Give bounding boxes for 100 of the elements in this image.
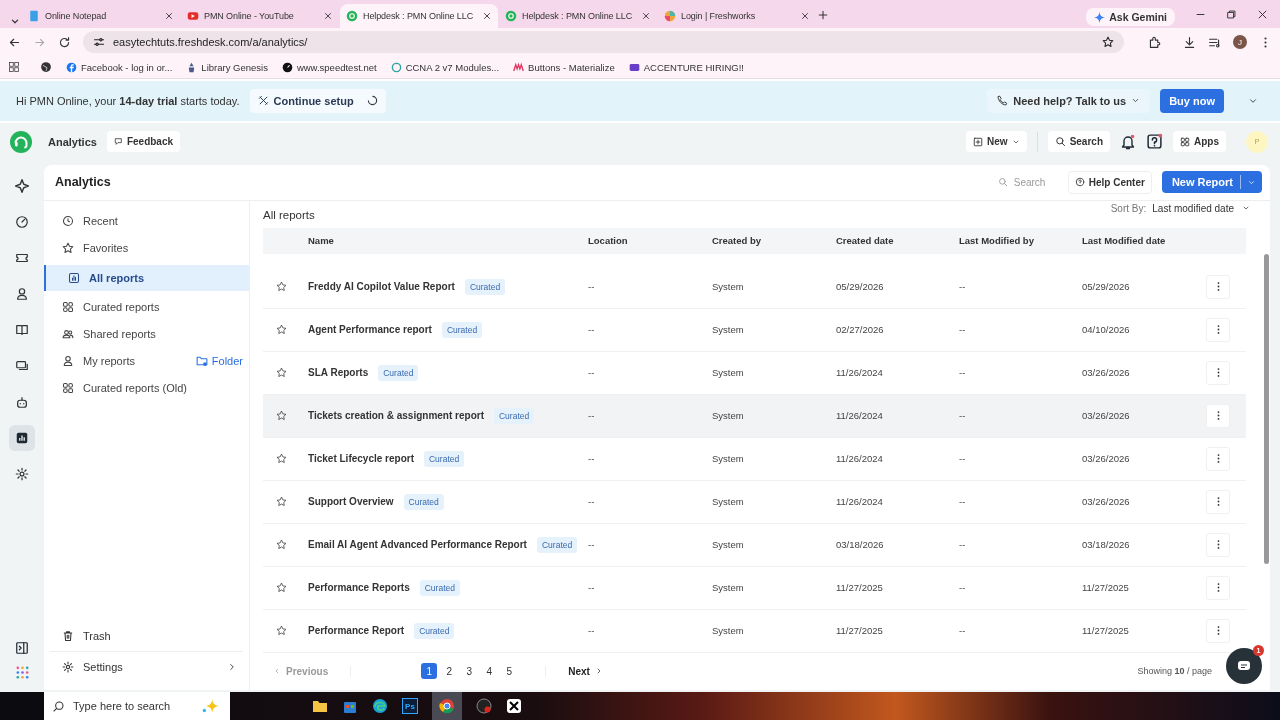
nav-item[interactable]: Favorites — [44, 234, 249, 262]
sort-dropdown[interactable]: Last modified date — [1152, 202, 1250, 214]
browser-tab[interactable]: Helpdesk : PMN Online LLC — [499, 4, 657, 28]
page-button[interactable]: 4 — [481, 663, 498, 680]
record-icon[interactable] — [476, 698, 492, 714]
star-icon[interactable] — [276, 367, 287, 379]
bookmark[interactable]: Buttons - Materialize — [513, 61, 615, 73]
trash-item[interactable]: Trash — [50, 621, 243, 652]
star-icon[interactable] — [276, 281, 287, 293]
profile-avatar[interactable]: J — [1233, 35, 1247, 49]
dots-grid-icon[interactable] — [14, 665, 30, 680]
page-button[interactable]: 3 — [461, 663, 478, 680]
page-button[interactable]: 5 — [501, 663, 518, 680]
buy-now-button[interactable]: Buy now — [1160, 88, 1224, 113]
close-icon[interactable] — [800, 11, 810, 21]
star-icon[interactable] — [276, 324, 287, 336]
scissors-logo-icon[interactable] — [506, 698, 522, 714]
wave-icon[interactable] — [372, 698, 388, 714]
new-report-button[interactable]: New Report — [1161, 171, 1262, 194]
table-cell-text: -- — [959, 410, 967, 422]
need-help-button[interactable]: Need help? Talk to us — [987, 88, 1151, 113]
nav-item[interactable]: My reports Folder — [44, 347, 249, 375]
report-name-link[interactable]: Tickets creation & assignment report — [308, 410, 484, 422]
extensions-icon[interactable] — [1148, 35, 1161, 49]
settings-item[interactable]: Settings — [50, 652, 243, 682]
page-button[interactable]: 2 — [441, 663, 458, 680]
report-name-link[interactable]: Performance Reports — [308, 582, 410, 594]
bookmark[interactable]: Facebook - log in or... — [66, 61, 173, 73]
table-cell-text: 05/29/2026 — [836, 281, 885, 293]
sparkle-icon — [15, 178, 29, 193]
next-button[interactable]: Next — [545, 665, 603, 677]
help-icon[interactable] — [1146, 133, 1163, 151]
apps-grid-icon[interactable] — [8, 61, 20, 73]
sidebar-toggle-icon[interactable] — [15, 641, 29, 655]
bookmark[interactable]: CCNA 2 v7 Modules... — [390, 61, 500, 73]
nav-item[interactable]: All reports — [44, 264, 249, 291]
nav-item[interactable]: Curated reports — [44, 293, 249, 321]
report-name-link[interactable]: SLA Reports — [308, 367, 369, 379]
report-name-link[interactable]: Freddy AI Copilot Value Report — [308, 281, 455, 293]
column-header: Location — [588, 235, 629, 247]
continue-setup-button[interactable]: Continue setup — [249, 88, 386, 113]
new-button[interactable]: New — [966, 131, 1027, 153]
column-header: Created date — [836, 235, 895, 247]
browser-icon[interactable] — [439, 698, 455, 714]
photoshop-app-icon[interactable]: Ps — [402, 698, 418, 714]
star-icon[interactable] — [276, 410, 287, 422]
close-icon[interactable] — [641, 11, 651, 21]
nav-item[interactable]: Shared reports — [44, 320, 249, 348]
apps-button[interactable]: Apps — [1173, 131, 1226, 153]
report-name-link[interactable]: Performance Report — [308, 625, 405, 637]
bell-icon[interactable] — [1120, 133, 1136, 150]
curated-tag: Curated — [403, 493, 444, 510]
star-icon[interactable] — [276, 453, 287, 465]
browser-tab[interactable]: Online Notepad — [22, 4, 180, 28]
help-center-button[interactable]: Help Center — [1067, 170, 1152, 194]
reload-icon[interactable] — [58, 35, 71, 49]
table-cell-text: 03/18/2026 — [1082, 539, 1131, 551]
restore-icon[interactable] — [1226, 9, 1237, 20]
folder-icon[interactable] — [312, 698, 328, 714]
report-name-link[interactable]: Ticket Lifecycle report — [308, 453, 414, 465]
page-size-text: Showing 10 / page — [1137, 666, 1212, 677]
table-cell-text: -- — [588, 281, 596, 293]
star-icon[interactable] — [276, 582, 287, 594]
browser-tab[interactable]: Helpdesk : PMN Online LLC — [340, 4, 498, 28]
close-icon[interactable] — [1257, 9, 1268, 20]
headset-logo-icon[interactable] — [10, 130, 32, 153]
nav-item[interactable]: Recent — [44, 207, 249, 235]
bookmark[interactable]: www.speedtest.net — [281, 61, 377, 73]
address-bar[interactable]: easytechtuts.freshdesk.com/a/analytics/ — [83, 31, 1124, 53]
add-folder-button[interactable]: Folder — [195, 355, 243, 368]
table-cell-text: 03/18/2026 — [836, 539, 885, 551]
bookmark[interactable]: ACCENTURE HIRING!! — [628, 61, 744, 73]
star-icon[interactable] — [276, 539, 287, 551]
star-icon[interactable] — [276, 496, 287, 508]
table-cell-text: System — [712, 367, 745, 379]
star-icon[interactable] — [1102, 36, 1114, 48]
close-icon[interactable] — [164, 11, 174, 21]
report-name-link[interactable]: Agent Performance report — [308, 324, 432, 336]
star-icon[interactable] — [276, 625, 287, 637]
table-cell-text: 05/29/2026 — [1082, 281, 1131, 293]
report-name-link[interactable]: Email AI Agent Advanced Performance Report — [308, 539, 527, 551]
table-cell-text: -- — [959, 496, 967, 508]
rail-nav-item[interactable] — [9, 424, 35, 451]
browser-tab[interactable]: PMN Online - YouTube — [181, 4, 339, 28]
plus-icon[interactable] — [817, 9, 829, 21]
globe-icon[interactable] — [40, 61, 52, 73]
curated-tag: Curated — [424, 450, 465, 467]
taskbar-search-box[interactable]: Type here to search — [44, 692, 230, 720]
close-icon[interactable] — [482, 11, 492, 21]
feedback-button[interactable]: Feedback — [106, 131, 181, 153]
close-icon[interactable] — [323, 11, 333, 21]
download-icon[interactable] — [1183, 35, 1196, 49]
ask-gemini-button[interactable]: Ask Gemini — [1086, 8, 1175, 26]
report-name-link[interactable]: Support Overview — [308, 496, 394, 508]
table-cell-text: 11/27/2025 — [1082, 582, 1130, 594]
page-button[interactable]: 1 — [421, 663, 438, 680]
nav-item[interactable]: Curated reports (Old) — [44, 374, 249, 402]
bookmark[interactable]: Library Genesis — [186, 61, 268, 73]
browser-tab[interactable]: Login | Freshworks — [658, 4, 816, 28]
search-button[interactable]: Search — [1047, 131, 1110, 153]
